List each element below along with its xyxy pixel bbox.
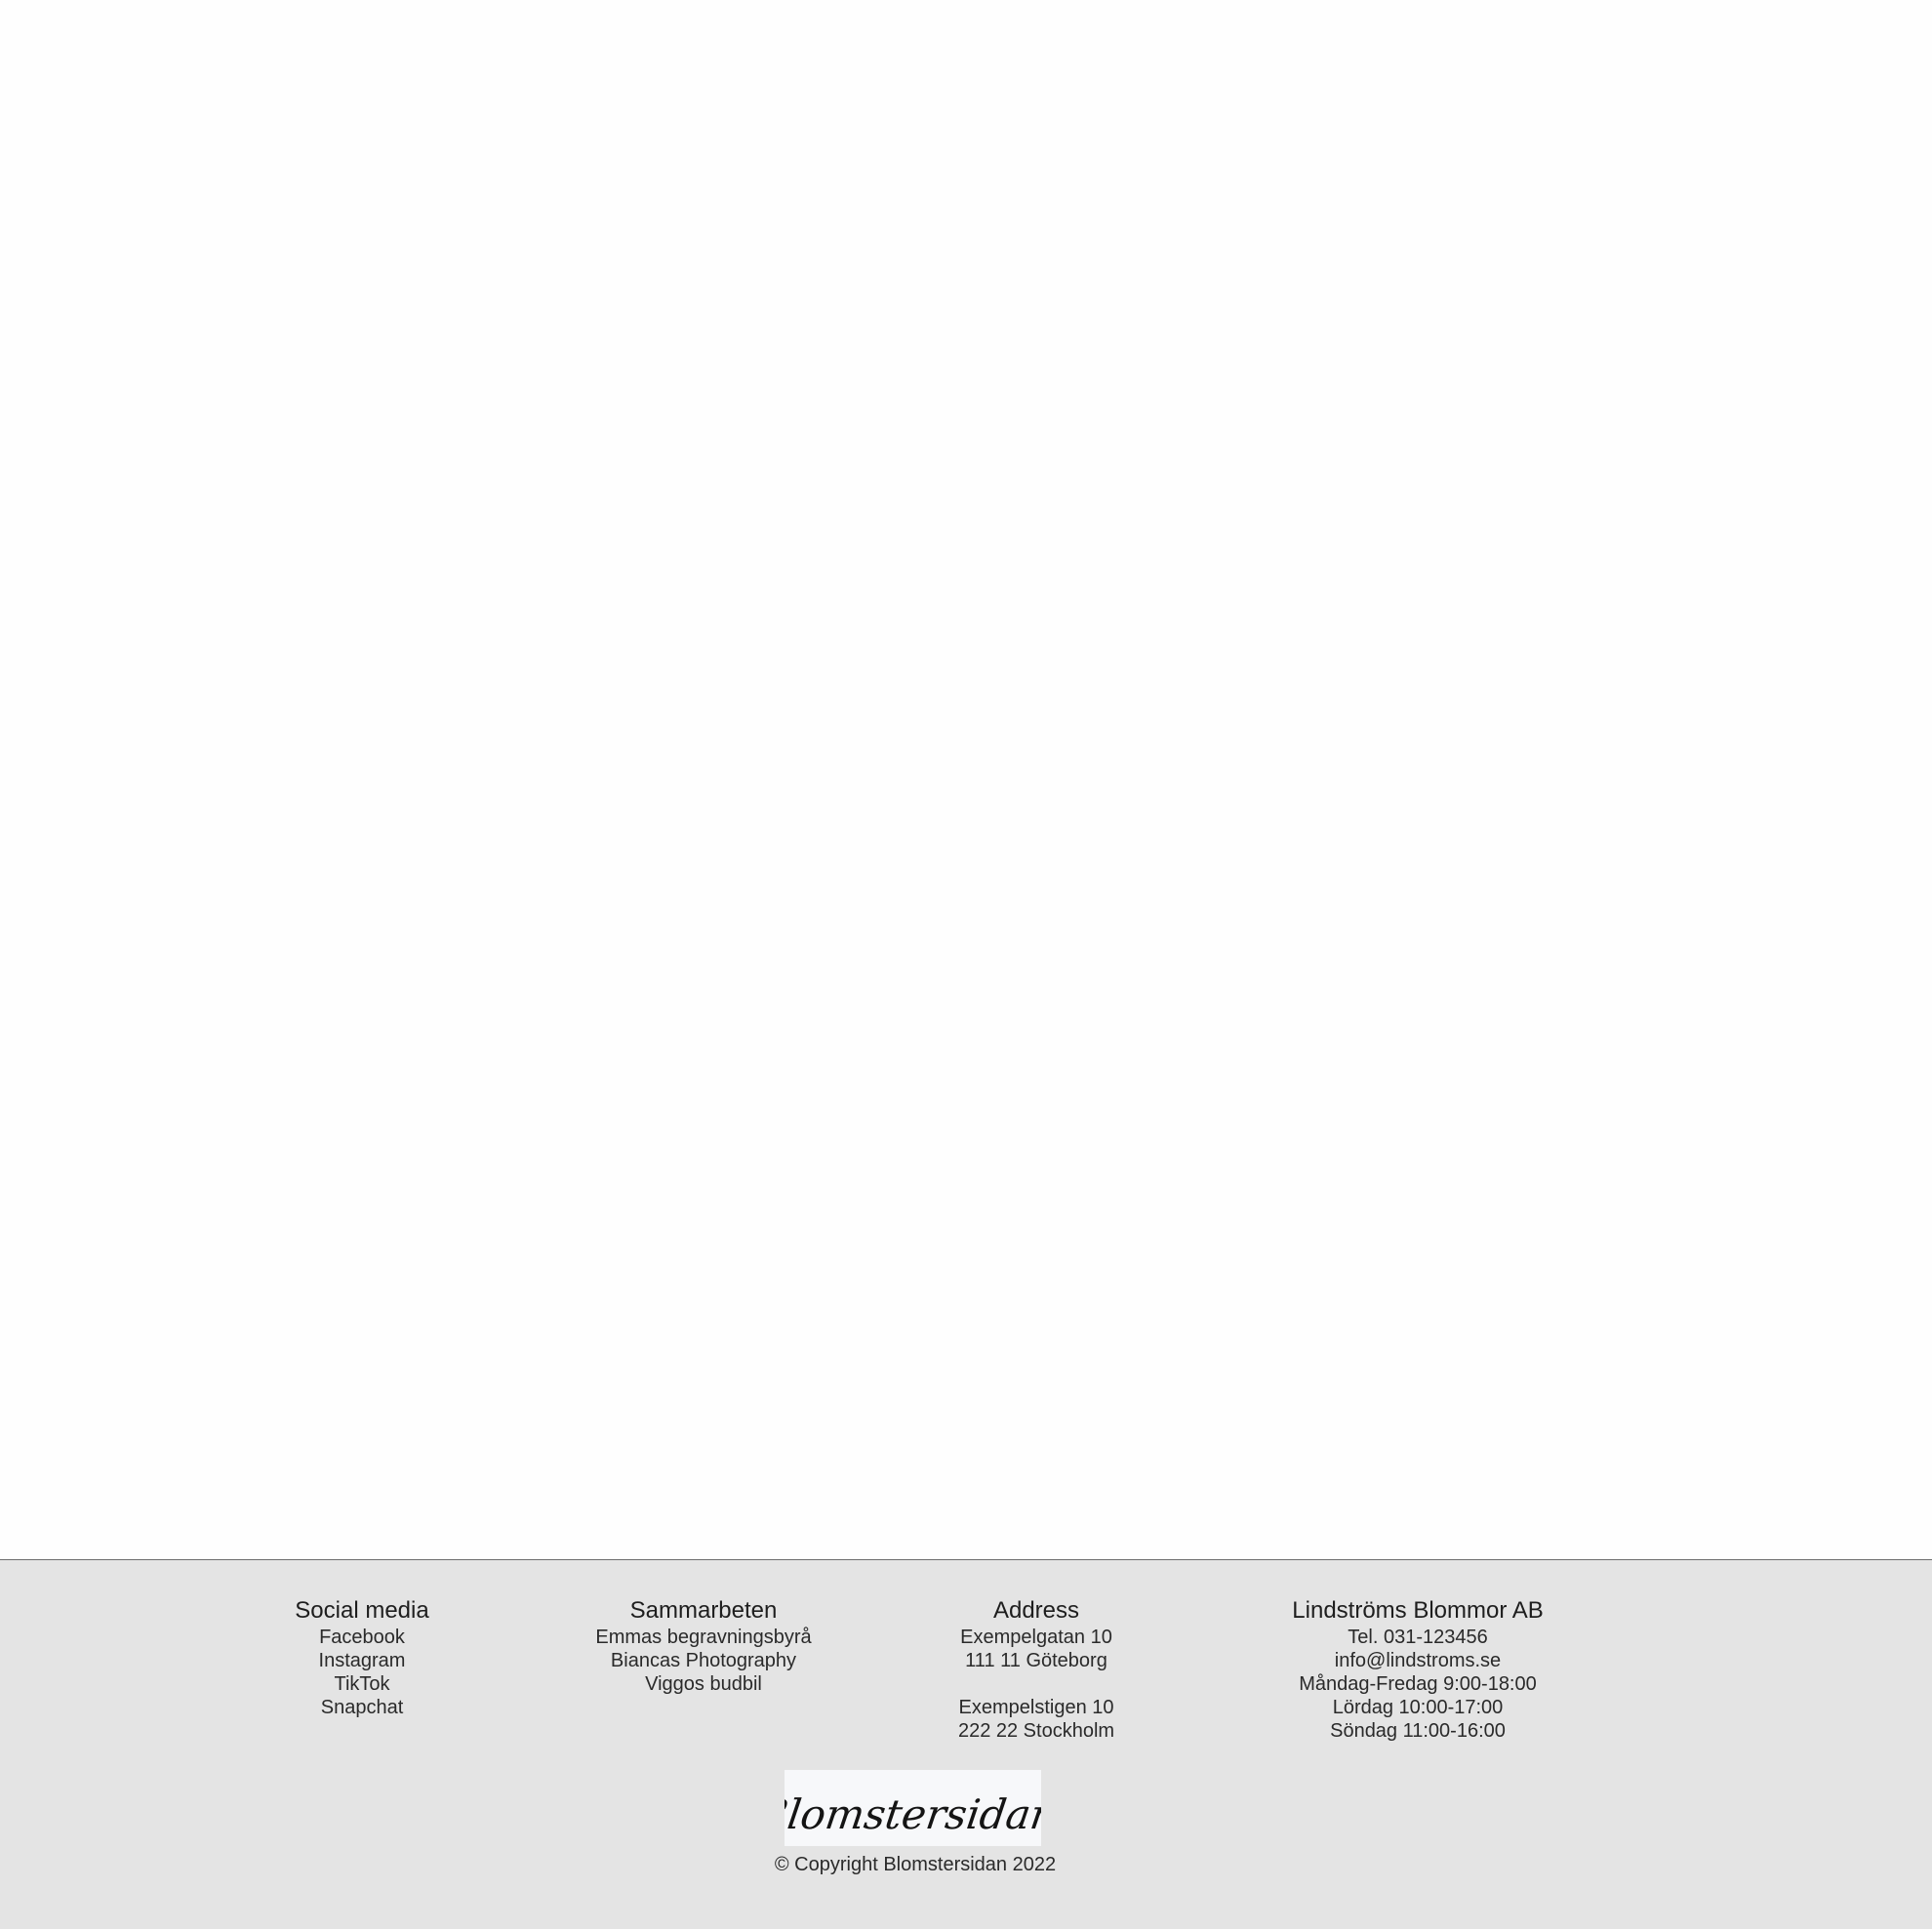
footer-collaborations-column: Sammarbeten Emmas begravningsbyrå Bianca…: [595, 1597, 811, 1696]
address-heading: Address: [992, 1597, 1080, 1624]
tiktok-link[interactable]: TikTok: [295, 1672, 428, 1696]
address-city-stockholm: 222 22 Stockholm: [957, 1720, 1115, 1742]
snapchat-link[interactable]: Snapchat: [295, 1696, 428, 1719]
address-street-stockholm: Exempelstigen 10: [958, 1697, 1114, 1718]
instagram-link[interactable]: Instagram: [295, 1649, 428, 1672]
logo-wordmark: Blomstersidan.: [785, 1790, 1041, 1838]
main-content-area: [0, 0, 1932, 1559]
company-heading: Lindströms Blommor AB: [1292, 1597, 1544, 1624]
opening-hours-weekdays: Måndag-Fredag 9:00-18:00: [1299, 1673, 1537, 1695]
footer-address-column: Address Exempelgatan 10 111 11 Göteborg …: [958, 1597, 1114, 1743]
site-footer: Social media Facebook Instagram TikTok S…: [0, 1559, 1932, 1929]
company-phone: Tel. 031-123456: [1348, 1627, 1488, 1648]
logo-text: Blomstersidan.: [785, 1790, 1041, 1838]
opening-hours-saturday: Lördag 10:00-17:00: [1332, 1697, 1504, 1718]
facebook-link[interactable]: Facebook: [295, 1626, 428, 1649]
blomstersidan-logo[interactable]: Blomstersidan.: [785, 1770, 1041, 1846]
address-divider: [958, 1672, 1114, 1696]
copyright-text: © Copyright Blomstersidan 2022: [774, 1854, 1057, 1875]
company-email-link[interactable]: info@lindstroms.se: [1292, 1649, 1543, 1672]
collaborations-heading: Sammarbeten: [629, 1597, 778, 1624]
footer-company-column: Lindströms Blommor AB Tel. 031-123456 in…: [1292, 1597, 1543, 1743]
social-heading: Social media: [295, 1597, 429, 1624]
footer-social-column: Social media Facebook Instagram TikTok S…: [295, 1597, 428, 1719]
address-city-gothenburg: 111 11 Göteborg: [965, 1650, 1107, 1671]
page: Social media Facebook Instagram TikTok S…: [0, 0, 1932, 1929]
partner-link-viggos[interactable]: Viggos budbil: [595, 1672, 811, 1696]
partner-link-emmas[interactable]: Emmas begravningsbyrå: [595, 1626, 811, 1649]
address-street-gothenburg: Exempelgatan 10: [960, 1627, 1112, 1648]
opening-hours-sunday: Söndag 11:00-16:00: [1330, 1720, 1506, 1742]
partner-link-biancas[interactable]: Biancas Photography: [595, 1649, 811, 1672]
